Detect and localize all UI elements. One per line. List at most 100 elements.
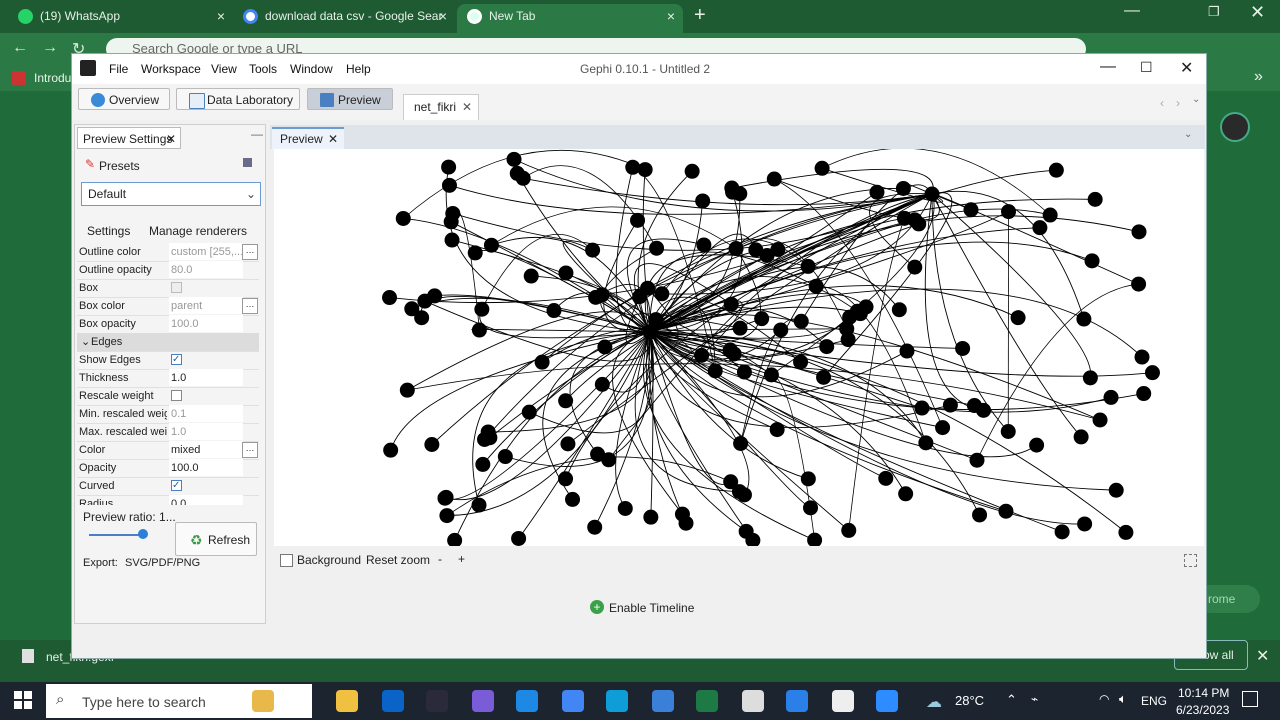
preview-settings-tab[interactable]: Preview Settings ✕ [77, 127, 181, 149]
save-preset-icon[interactable] [243, 158, 252, 167]
menu-tools[interactable]: Tools [249, 62, 277, 76]
chevron-right-icon[interactable]: › [1176, 96, 1180, 110]
property-value[interactable]: custom [255,... [169, 243, 243, 260]
tab-manage-renderers[interactable]: Manage renderers [149, 224, 247, 238]
browser-tab-whatsapp[interactable]: (19) WhatsApp × [8, 4, 233, 33]
avatar[interactable] [1220, 112, 1250, 142]
menu-window[interactable]: Window [290, 62, 333, 76]
preset-select[interactable]: Default ⌄ [81, 182, 261, 206]
new-tab-button[interactable]: + [694, 4, 706, 27]
property-value[interactable]: 100.0 [169, 315, 243, 332]
menu-help[interactable]: Help [346, 62, 371, 76]
photoshop-icon[interactable] [516, 690, 538, 712]
close-icon[interactable]: ✕ [1180, 58, 1193, 78]
zoom-in-button[interactable]: + [458, 552, 465, 566]
ellipsis-button[interactable]: … [242, 244, 258, 260]
close-browser-icon[interactable]: ✕ [1250, 2, 1265, 23]
chevron-down-icon[interactable]: ⌄ [1192, 94, 1200, 105]
property-checkbox[interactable] [171, 477, 182, 495]
chrome-icon[interactable] [382, 690, 404, 712]
ellipsis-button[interactable]: … [242, 442, 258, 458]
menu-view[interactable]: View [211, 62, 237, 76]
minimize-panel-icon[interactable]: — [251, 127, 263, 141]
copilot-icon[interactable] [562, 690, 584, 712]
property-checkbox[interactable] [171, 282, 182, 293]
close-tab-icon[interactable]: × [217, 4, 225, 29]
chevron-down-icon[interactable]: ⌄ [1184, 129, 1192, 140]
preview-ratio-slider[interactable] [89, 534, 143, 536]
browser-tab-google-search[interactable]: download data csv - Google Sear × [233, 4, 455, 33]
task-view-icon[interactable] [336, 690, 358, 712]
edge-icon[interactable] [696, 690, 718, 712]
fullscreen-icon[interactable] [1184, 554, 1197, 567]
enable-timeline-button[interactable]: + Enable Timeline [590, 599, 700, 619]
graph-node [972, 507, 988, 523]
file-explorer-icon[interactable] [426, 690, 448, 712]
network-icon[interactable]: ⌁ [1031, 692, 1038, 706]
edges-section-header[interactable]: ⌄ Edges [77, 333, 259, 352]
graph-node [558, 393, 574, 409]
graph-preview-canvas[interactable] [274, 149, 1204, 546]
close-tab-icon[interactable]: ✕ [462, 95, 472, 119]
minimize-icon[interactable]: — [1100, 58, 1116, 76]
property-value[interactable]: 0.1 [169, 405, 243, 422]
close-tab-icon[interactable]: ✕ [328, 129, 338, 149]
minimize-browser-icon[interactable]: — [1124, 2, 1140, 20]
property-value[interactable]: 0.0 [169, 495, 243, 505]
volume-icon[interactable]: 🔈︎ [1119, 691, 1127, 707]
property-value[interactable]: 1.0 [169, 369, 243, 386]
slider-handle[interactable] [138, 529, 148, 539]
property-checkbox[interactable] [171, 351, 182, 369]
restore-browser-icon[interactable]: ❐ [1208, 4, 1220, 20]
property-value[interactable]: mixed [169, 441, 243, 458]
butterfly-widget-icon[interactable] [252, 690, 274, 712]
maximize-icon[interactable]: ☐ [1140, 59, 1153, 76]
chevron-left-icon[interactable]: ‹ [1160, 96, 1164, 110]
chevron-up-icon[interactable]: ⌃ [1006, 692, 1017, 708]
ellipsis-button[interactable]: … [242, 298, 258, 314]
clock-time[interactable]: 10:14 PM [1178, 686, 1229, 700]
property-value[interactable]: parent [169, 297, 243, 314]
forward-icon[interactable]: → [42, 39, 58, 57]
weather-temp[interactable]: 28°C [955, 693, 984, 708]
gephi-app-icon[interactable] [832, 690, 854, 712]
tab-overview[interactable]: Overview [78, 88, 170, 110]
vscode-icon[interactable] [606, 690, 628, 712]
browser-tab-new-tab[interactable]: New Tab × [457, 4, 683, 33]
clock-date[interactable]: 6/23/2023 [1176, 703, 1229, 717]
bookmarks-more[interactable]: » [1254, 68, 1263, 86]
property-value[interactable]: 1.0 [169, 423, 243, 440]
project-tab[interactable]: net_fikri ✕ [403, 94, 479, 120]
notifications-icon[interactable] [1242, 691, 1258, 707]
chrome-icon[interactable] [652, 690, 674, 712]
close-tab-icon[interactable]: × [667, 4, 675, 29]
windows-start-icon[interactable] [14, 691, 32, 709]
background-checkbox[interactable] [280, 554, 293, 567]
tab-data-laboratory[interactable]: Data Laboratory [176, 88, 300, 110]
teamviewer-icon[interactable] [742, 690, 764, 712]
tab-preview[interactable]: Preview [307, 88, 393, 110]
menu-file[interactable]: File [109, 62, 128, 76]
property-value[interactable]: 100.0 [169, 459, 243, 476]
graph-node [1103, 389, 1119, 405]
zoom-icon[interactable] [876, 690, 898, 712]
property-value[interactable]: 80.0 [169, 261, 243, 278]
preview-tab[interactable]: Preview ✕ [272, 127, 344, 149]
back-icon[interactable]: ← [12, 39, 28, 57]
wifi-icon[interactable]: ◠ [1099, 692, 1109, 706]
zoom-out-button[interactable]: - [438, 552, 442, 566]
mail-icon[interactable] [472, 690, 494, 712]
reset-zoom-button[interactable]: Reset zoom [366, 553, 430, 567]
menu-workspace[interactable]: Workspace [141, 62, 201, 76]
export-formats-link[interactable]: SVG/PDF/PNG [125, 557, 200, 569]
refresh-button[interactable]: ♻ Refresh [175, 522, 257, 556]
close-tab-icon[interactable]: × [439, 4, 447, 29]
property-checkbox[interactable] [171, 390, 182, 401]
excel-icon[interactable] [786, 690, 808, 712]
graph-edge [449, 184, 933, 215]
tab-settings[interactable]: Settings [87, 224, 130, 238]
close-download-bar-icon[interactable]: ✕ [1256, 646, 1269, 666]
graph-node [594, 376, 610, 392]
close-tab-icon[interactable]: ✕ [166, 128, 176, 150]
language-indicator[interactable]: ENG [1141, 694, 1167, 708]
